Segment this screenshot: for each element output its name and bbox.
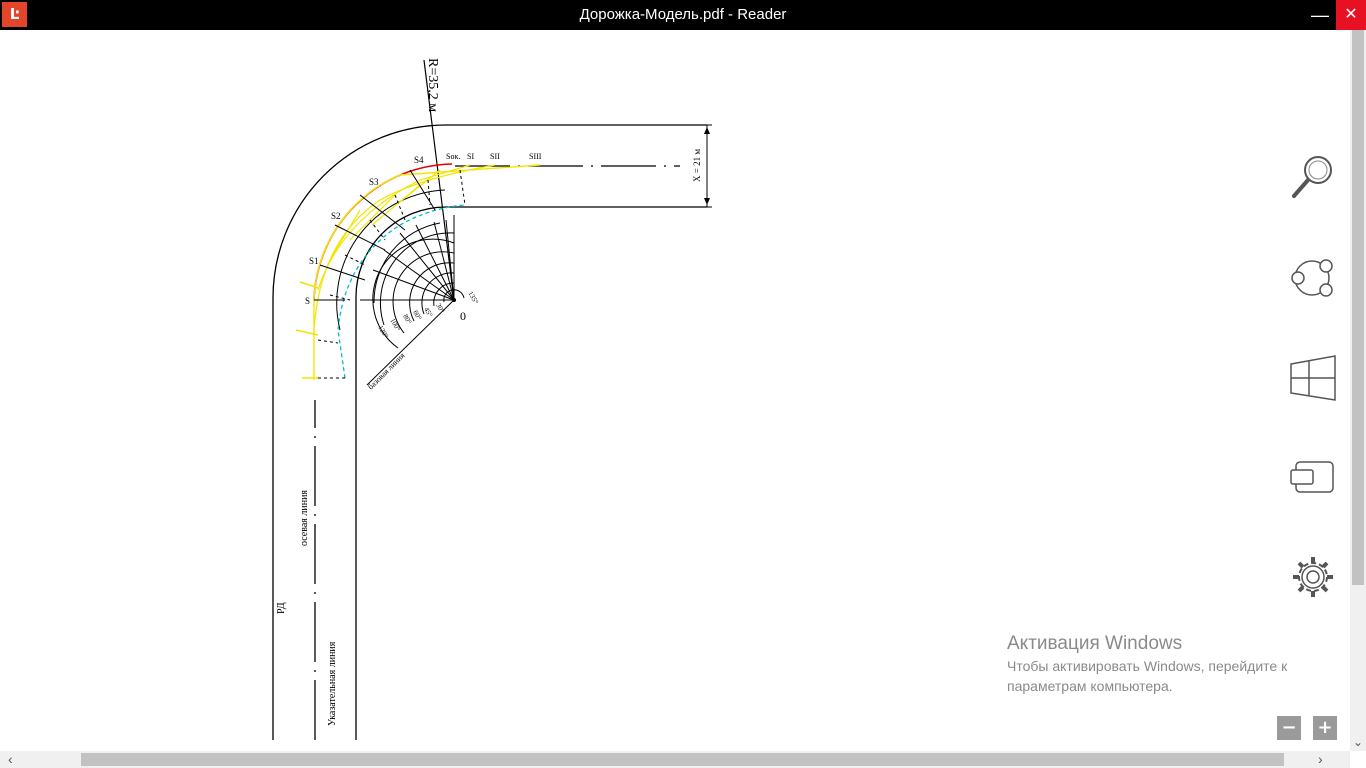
charm-share[interactable] — [1288, 252, 1338, 302]
label-s1: S1 — [309, 256, 319, 266]
scroll-left-arrow[interactable]: ‹ — [8, 751, 28, 768]
watermark-title: Активация Windows — [1007, 633, 1183, 654]
charm-devices[interactable] — [1288, 452, 1338, 502]
zoom-in-button[interactable]: + — [1313, 716, 1337, 740]
label-s-i: SI — [467, 152, 474, 161]
scroll-right-arrow[interactable]: › — [1318, 751, 1338, 768]
label-s-ii: SII — [490, 152, 500, 161]
inner-edge — [355, 206, 707, 740]
window-title: Дорожка-Модель.pdf - Reader — [579, 6, 787, 23]
charm-search[interactable] — [1288, 150, 1338, 200]
watermark-line1: Чтобы активировать Windows, перейдите к — [1007, 658, 1288, 674]
base-line-label: базовая линия — [366, 351, 407, 392]
angle-100: 100° — [388, 317, 402, 333]
horizontal-scroll-thumb[interactable] — [81, 753, 1284, 766]
rd-label: РД — [276, 602, 287, 614]
activation-watermark: Активация Windows Чтобы активировать Win… — [1007, 632, 1347, 696]
share-icon — [1291, 259, 1333, 297]
label-s4: S4 — [414, 155, 424, 165]
charm-start[interactable] — [1288, 352, 1338, 402]
angle-120: 120° — [376, 324, 390, 340]
charm-settings[interactable] — [1288, 552, 1338, 602]
radius-label: R=35,2 м — [425, 58, 440, 112]
angle-30: 30° — [434, 302, 446, 315]
vertical-scrollbar[interactable]: ⌄ — [1350, 30, 1366, 751]
guide-line-label: Указательная линия — [327, 641, 338, 726]
close-button[interactable]: ✕ — [1336, 0, 1366, 30]
horizontal-scrollbar[interactable]: ‹ › — [0, 751, 1350, 768]
angle-135: 135° — [466, 290, 480, 306]
vertical-scroll-thumb[interactable] — [1352, 30, 1364, 585]
devices-icon — [1290, 461, 1334, 493]
label-s3: S3 — [369, 177, 379, 187]
gear-icon — [1293, 557, 1333, 597]
title-bar: Ŀ Дорожка-Модель.pdf - Reader — ✕ — [0, 0, 1366, 30]
angle-45: 45° — [422, 306, 434, 319]
label-center: 0 — [460, 309, 466, 323]
axis-line-label: осевая линия — [299, 490, 310, 546]
label-sok: Sок. — [446, 152, 460, 161]
zoom-out-button[interactable]: − — [1277, 716, 1301, 740]
width-label: X = 21 м — [692, 149, 702, 182]
windows-icon — [1290, 355, 1336, 401]
label-s: S — [305, 296, 310, 306]
search-icon — [1292, 156, 1332, 198]
label-s2: S2 — [331, 211, 341, 221]
scroll-down-arrow[interactable]: ⌄ — [1350, 733, 1366, 751]
minimize-button[interactable]: — — [1304, 0, 1336, 30]
label-s-iii: SIII — [529, 152, 542, 161]
watermark-line2: параметрам компьютера. — [1007, 678, 1173, 694]
